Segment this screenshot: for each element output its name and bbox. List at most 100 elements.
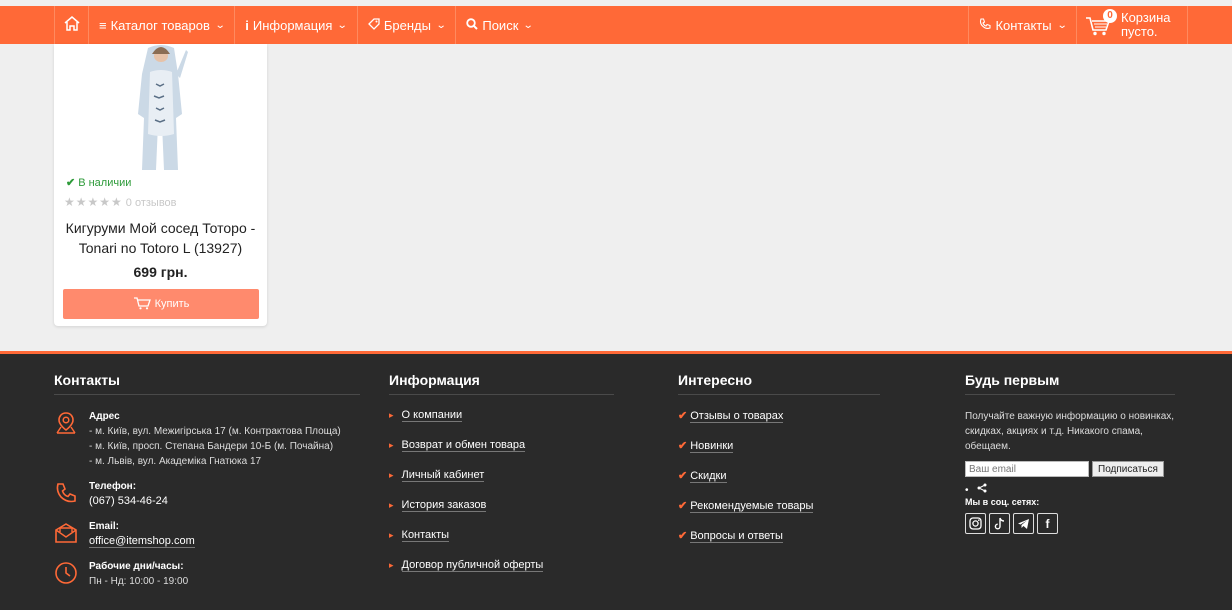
footer-link-label: Договор публичной оферты bbox=[401, 559, 544, 572]
hours-label: Рабочие дни/часы: bbox=[89, 561, 184, 572]
reviews-count[interactable]: 0 отзывов bbox=[126, 197, 177, 209]
menu-search[interactable]: Поиск ⌄ bbox=[455, 6, 542, 44]
footer-information-title: Информация bbox=[389, 372, 614, 395]
email-link[interactable]: office@itemshop.com bbox=[89, 535, 195, 548]
menu-contacts[interactable]: Контакты ⌄ bbox=[968, 6, 1076, 44]
clock-icon bbox=[54, 561, 78, 590]
footer-link-label: Рекомендуемые товары bbox=[690, 500, 814, 513]
footer-link-about[interactable]: ▸ О компании bbox=[389, 409, 614, 425]
social-title: Мы в соц. сетях: bbox=[965, 497, 1040, 507]
footer-link-label: Вопросы и ответы bbox=[690, 530, 783, 543]
phone-label: Телефон: bbox=[89, 481, 137, 492]
footer-link-offer[interactable]: ▸ Договор публичной оферты bbox=[389, 559, 614, 575]
footer-link-order-history[interactable]: ▸ История заказов bbox=[389, 499, 614, 515]
menu-info[interactable]: i Информация ⌄ bbox=[234, 6, 357, 44]
footer-link-reviews[interactable]: ✔ Отзывы о товарах bbox=[678, 409, 880, 425]
product-card: ✔ В наличии ★★★★★ 0 отзывов Кигуруми Мой с… bbox=[54, 44, 267, 326]
footer-link-label: Отзывы о товарах bbox=[690, 410, 784, 423]
footer-link-label: Личный кабинет bbox=[401, 469, 485, 482]
chevron-down-icon: ⌄ bbox=[523, 19, 535, 31]
bullet-arrow-icon: ▸ bbox=[389, 470, 394, 480]
footer-link-label: Новинки bbox=[690, 440, 734, 453]
menu-icon: ≡ bbox=[99, 17, 107, 33]
chevron-down-icon: ⌄ bbox=[214, 19, 226, 31]
bullet-arrow-icon: ▸ bbox=[389, 440, 394, 450]
main-menu: ≡ Каталог товаров ⌄ i Информация ⌄ Бренд… bbox=[54, 6, 1188, 44]
hours-value: Пн - Нд: 10:00 - 19:00 bbox=[89, 576, 189, 587]
footer-link-new[interactable]: ✔ Новинки bbox=[678, 439, 880, 455]
chevron-down-icon: ⌄ bbox=[1056, 19, 1068, 31]
cart-count-badge: 0 bbox=[1103, 9, 1117, 23]
map-pin-icon bbox=[54, 411, 78, 440]
subscribe-button[interactable]: Подписаться bbox=[1092, 461, 1164, 477]
product-rating: ★★★★★ 0 отзывов bbox=[64, 195, 177, 209]
menu-search-label: Поиск bbox=[482, 17, 519, 33]
cart-icon: 0 bbox=[1085, 9, 1117, 37]
check-icon: ✔ bbox=[678, 470, 688, 482]
footer-contacts: Контакты Адрес - м. Київ, вул. Межигірсь… bbox=[54, 372, 360, 599]
footer-link-returns[interactable]: ▸ Возврат и обмен товара bbox=[389, 439, 614, 455]
footer-link-contacts[interactable]: ▸ Контакты bbox=[389, 529, 614, 545]
phone-icon bbox=[54, 481, 78, 510]
product-title[interactable]: Кигуруми Мой сосед Тоторо - Tonari no To… bbox=[62, 218, 259, 258]
bullet-arrow-icon: ▸ bbox=[389, 500, 394, 510]
subscribe-form: Подписаться bbox=[965, 461, 1175, 477]
footer-interesting-links: ✔ Отзывы о товарах ✔ Новинки ✔ Скидки ✔ Реко… bbox=[678, 409, 880, 545]
cart-status-line1: Корзина bbox=[1121, 10, 1171, 25]
menu-contacts-label: Контакты bbox=[995, 17, 1052, 33]
chevron-down-icon: ⌄ bbox=[337, 19, 349, 31]
footer-link-label: Возврат и обмен товара bbox=[401, 439, 526, 452]
facebook-icon[interactable]: f bbox=[1037, 513, 1058, 534]
menu-brands-label: Бренды bbox=[383, 17, 431, 33]
menu-catalog[interactable]: ≡ Каталог товаров ⌄ bbox=[88, 6, 234, 44]
instagram-icon[interactable] bbox=[965, 513, 986, 534]
address-line: - м. Київ, просп. Степана Бандери 10-Б (… bbox=[89, 441, 334, 452]
home-button[interactable] bbox=[54, 6, 88, 44]
menu-brands[interactable]: Бренды ⌄ bbox=[356, 6, 456, 44]
tiktok-icon[interactable] bbox=[989, 513, 1010, 534]
address-line: - м. Київ, вул. Межигірська 17 (м. Контр… bbox=[89, 426, 341, 437]
search-icon bbox=[466, 17, 479, 33]
share-bullet: • bbox=[965, 485, 969, 496]
contact-email: Email: office@itemshop.com bbox=[54, 519, 360, 549]
telegram-icon[interactable] bbox=[1013, 513, 1034, 534]
menu-info-label: Информация bbox=[252, 17, 333, 33]
check-icon: ✔ bbox=[66, 177, 76, 189]
footer-link-label: Скидки bbox=[690, 470, 727, 483]
footer-information: Информация ▸ О компании ▸ Возврат и обмен … bbox=[389, 372, 614, 589]
bullet-arrow-icon: ▸ bbox=[389, 410, 394, 420]
check-icon: ✔ bbox=[678, 440, 688, 452]
top-navigation-bar: ≡ Каталог товаров ⌄ i Информация ⌄ Бренд… bbox=[0, 6, 1232, 44]
bullet-arrow-icon: ▸ bbox=[389, 560, 394, 570]
address-line: - м. Львів, вул. Академіка Гнатюка 17 bbox=[89, 456, 262, 467]
address-label: Адрес bbox=[89, 411, 120, 422]
footer-interesting: Интересно ✔ Отзывы о товарах ✔ Новинки ✔ Ск… bbox=[678, 372, 880, 559]
contact-hours: Рабочие дни/часы: Пн - Нд: 10:00 - 19:00 bbox=[54, 559, 360, 589]
cart-status: Корзина пусто. bbox=[1121, 11, 1171, 39]
footer-link-account[interactable]: ▸ Личный кабинет bbox=[389, 469, 614, 485]
cart-button[interactable]: 0 Корзина пусто. bbox=[1076, 6, 1188, 44]
footer-contacts-title: Контакты bbox=[54, 372, 360, 395]
buy-button-label: Купить bbox=[154, 298, 190, 310]
stock-status-label: В наличии bbox=[78, 177, 132, 189]
footer-link-sale[interactable]: ✔ Скидки bbox=[678, 469, 880, 485]
check-icon: ✔ bbox=[678, 530, 688, 542]
check-icon: ✔ bbox=[678, 410, 688, 422]
envelope-icon bbox=[54, 521, 78, 550]
buy-button[interactable]: Купить bbox=[63, 289, 259, 319]
cart-status-line2: пусто. bbox=[1121, 24, 1158, 39]
contact-address: Адрес - м. Київ, вул. Межигірська 17 (м.… bbox=[54, 409, 360, 469]
footer-link-faq[interactable]: ✔ Вопросы и ответы bbox=[678, 529, 880, 545]
subscribe-description: Получайте важную информацию о новинках, … bbox=[965, 411, 1175, 452]
email-input[interactable] bbox=[965, 461, 1089, 477]
share-icon[interactable] bbox=[977, 483, 987, 496]
footer-info-links: ▸ О компании ▸ Возврат и обмен товара ▸ Лич… bbox=[389, 409, 614, 575]
footer-subscribe: Будь первым Получайте важную информацию … bbox=[965, 372, 1175, 534]
footer-link-recommended[interactable]: ✔ Рекомендуемые товары bbox=[678, 499, 880, 515]
info-icon: i bbox=[245, 17, 249, 33]
phone-value[interactable]: (067) 534-46-24 bbox=[89, 494, 360, 509]
bullet-arrow-icon: ▸ bbox=[389, 530, 394, 540]
product-image[interactable] bbox=[126, 44, 196, 172]
home-icon bbox=[63, 15, 81, 35]
